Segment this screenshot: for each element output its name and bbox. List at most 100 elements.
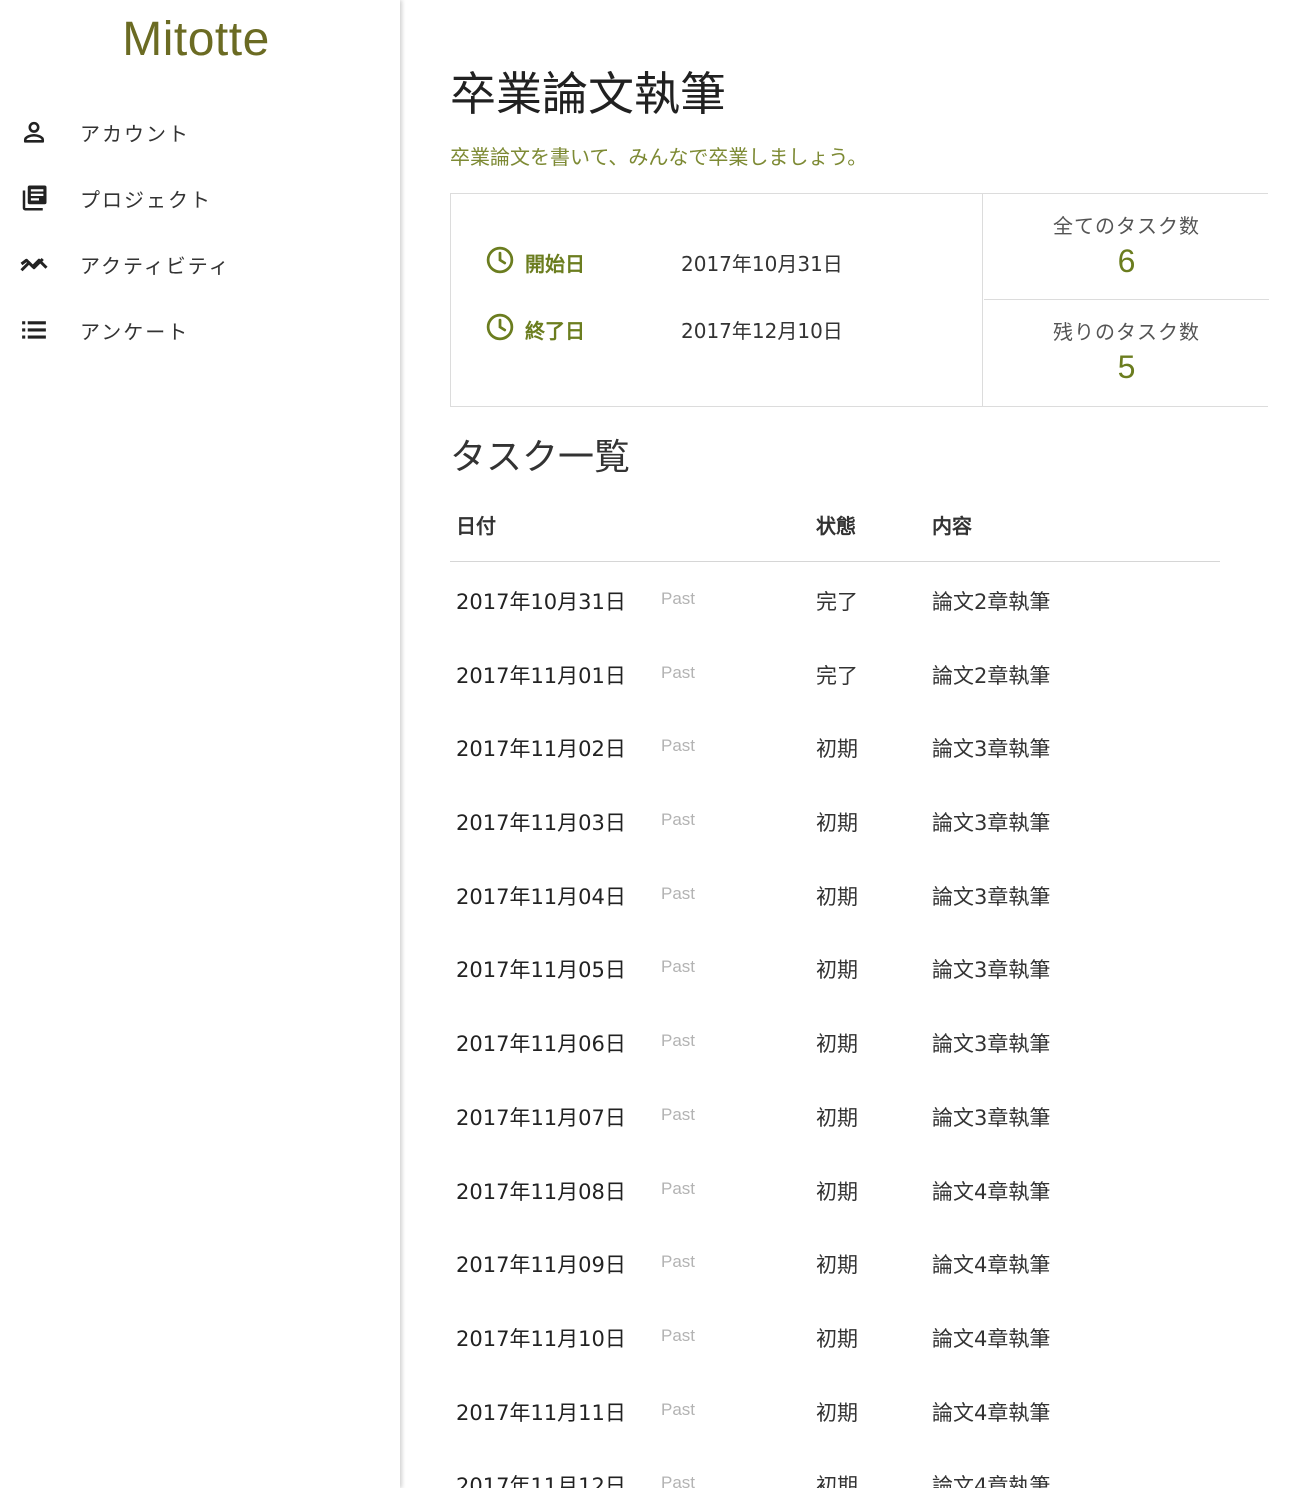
task-content: 論文4章執筆	[932, 1253, 1051, 1278]
task-content: 論文3章執筆	[932, 1032, 1051, 1057]
past-tag: Past	[661, 589, 696, 608]
task-content: 論文4章執筆	[932, 1179, 1051, 1204]
total-tasks-stat: 全てのタスク数 6	[984, 194, 1269, 300]
past-tag: Past	[661, 1325, 696, 1345]
table-row[interactable]: 2017年11月08日 Past 初期 論文4章執筆	[450, 1152, 1220, 1226]
column-header-date[interactable]: 日付	[456, 510, 496, 539]
task-status: 初期	[816, 811, 858, 836]
person-icon	[18, 116, 50, 148]
table-row[interactable]: 2017年11月09日 Past 初期 論文4章執筆	[450, 1225, 1220, 1299]
start-date-label: 開始日	[525, 251, 585, 276]
end-date-label: 終了日	[525, 318, 585, 343]
main-content: 卒業論文執筆 卒業論文を書いて、みんなで卒業しましょう。 開始日 2017年10…	[450, 0, 1280, 1488]
task-status: 初期	[816, 1179, 858, 1204]
start-date-value: 2017年10月31日	[681, 251, 843, 276]
sidebar-nav: アカウント プロジェクト アクティビティ アンケート	[0, 99, 400, 363]
task-date: 2017年11月10日	[456, 1326, 626, 1351]
task-content: 論文4章執筆	[932, 1474, 1051, 1488]
project-summary-card: 開始日 2017年10月31日 終了日 2017年12月10日 全てのタスク数 …	[450, 193, 1269, 407]
column-header-status[interactable]: 状態	[816, 510, 856, 539]
task-status: 初期	[816, 737, 858, 762]
past-tag: Past	[661, 883, 696, 903]
sidebar: Mitotte アカウント プロジェクト アクティビティ アンケート	[0, 0, 400, 1488]
table-row[interactable]: 2017年11月12日 Past 初期 論文4章執筆	[450, 1446, 1220, 1488]
sidebar-item-project[interactable]: プロジェクト	[0, 165, 400, 231]
table-row[interactable]: 2017年11月06日 Past 初期 論文3章執筆	[450, 1004, 1220, 1078]
sidebar-item-activity[interactable]: アクティビティ	[0, 231, 400, 297]
task-date: 2017年11月04日	[456, 884, 626, 909]
past-tag: Past	[661, 957, 696, 977]
table-row[interactable]: 2017年11月03日 Past 初期 論文3章執筆	[450, 783, 1220, 857]
table-row[interactable]: 2017年11月07日 Past 初期 論文3章執筆	[450, 1078, 1220, 1152]
end-date-value: 2017年12月10日	[681, 318, 843, 343]
task-status: 初期	[816, 1474, 858, 1488]
task-content: 論文4章執筆	[932, 1326, 1051, 1351]
sidebar-item-label: アクティビティ	[80, 253, 231, 278]
task-status: 初期	[816, 958, 858, 983]
task-date: 2017年11月05日	[456, 958, 626, 983]
sidebar-item-label: アカウント	[80, 121, 190, 146]
past-tag: Past	[661, 1178, 696, 1198]
past-tag: Past	[661, 1031, 696, 1051]
past-tag: Past	[661, 1252, 696, 1272]
task-date: 2017年11月03日	[456, 811, 626, 836]
task-date: 2017年11月01日	[456, 663, 626, 688]
task-status: 初期	[816, 1105, 858, 1130]
task-date: 2017年11月11日	[456, 1400, 626, 1425]
task-content: 論文3章執筆	[932, 811, 1051, 836]
table-header: 日付 状態 内容	[450, 488, 1220, 562]
project-dates: 開始日 2017年10月31日 終了日 2017年12月10日	[451, 194, 983, 406]
project-description: 卒業論文を書いて、みんなで卒業しましょう。	[450, 145, 868, 169]
column-header-content[interactable]: 内容	[932, 510, 972, 539]
task-status: 初期	[816, 1326, 858, 1351]
task-date: 2017年11月08日	[456, 1179, 626, 1204]
table-row[interactable]: 2017年11月10日 Past 初期 論文4章執筆	[450, 1299, 1220, 1373]
table-row[interactable]: 2017年11月04日 Past 初期 論文3章執筆	[450, 857, 1220, 931]
table-row[interactable]: 2017年11月11日 Past 初期 論文4章執筆	[450, 1373, 1220, 1447]
sidebar-item-label: アンケート	[80, 319, 190, 344]
task-status: 初期	[816, 1400, 858, 1425]
table-row[interactable]: 2017年11月05日 Past 初期 論文3章執筆	[450, 930, 1220, 1004]
end-date-row: 終了日 2017年12月10日	[485, 311, 843, 347]
past-tag: Past	[661, 810, 696, 830]
sidebar-item-account[interactable]: アカウント	[0, 99, 400, 165]
past-tag: Past	[661, 1104, 696, 1124]
past-tag: Past	[661, 662, 696, 682]
table-row[interactable]: 2017年11月02日 Past 初期 論文3章執筆	[450, 709, 1220, 783]
clock-icon	[485, 245, 515, 279]
task-date: 2017年11月12日	[456, 1474, 626, 1488]
task-content: 論文3章執筆	[932, 1105, 1051, 1130]
remaining-tasks-stat: 残りのタスク数 5	[984, 300, 1269, 406]
table-body: 2017年10月31日 Past 完了 論文2章執筆 2017年11月01日 Past 完…	[450, 562, 1220, 1488]
task-content: 論文3章執筆	[932, 737, 1051, 762]
task-content: 論文3章執筆	[932, 884, 1051, 909]
list-icon	[18, 314, 50, 346]
task-content: 論文4章執筆	[932, 1400, 1051, 1425]
task-date: 2017年11月09日	[456, 1253, 626, 1278]
total-tasks-value: 6	[1117, 243, 1136, 279]
task-status: 完了	[816, 663, 858, 688]
remaining-tasks-label: 残りのタスク数	[1053, 320, 1200, 344]
library-books-icon	[18, 182, 50, 214]
table-row[interactable]: 2017年10月31日 Past 完了 論文2章執筆	[450, 562, 1220, 636]
task-date: 2017年10月31日	[456, 590, 626, 614]
start-date-row: 開始日 2017年10月31日	[485, 244, 843, 280]
page-title: 卒業論文執筆	[450, 67, 726, 121]
task-table: 日付 状態 内容 2017年10月31日 Past 完了 論文2章執筆 2017年11…	[450, 488, 1220, 1488]
task-status: 完了	[816, 590, 858, 614]
task-content: 論文3章執筆	[932, 958, 1051, 983]
task-content: 論文2章執筆	[932, 663, 1051, 688]
past-tag: Past	[661, 1399, 696, 1419]
task-date: 2017年11月06日	[456, 1032, 626, 1057]
brand-logo[interactable]: Mitotte	[0, 12, 392, 67]
past-tag: Past	[661, 736, 696, 756]
clock-icon	[485, 312, 515, 346]
table-row[interactable]: 2017年11月01日 Past 完了 論文2章執筆	[450, 636, 1220, 710]
remaining-tasks-value: 5	[1117, 349, 1136, 385]
task-status: 初期	[816, 884, 858, 909]
sidebar-item-label: プロジェクト	[80, 187, 212, 212]
total-tasks-label: 全てのタスク数	[1053, 214, 1200, 238]
task-status: 初期	[816, 1253, 858, 1278]
task-date: 2017年11月07日	[456, 1105, 626, 1130]
sidebar-item-survey[interactable]: アンケート	[0, 297, 400, 363]
